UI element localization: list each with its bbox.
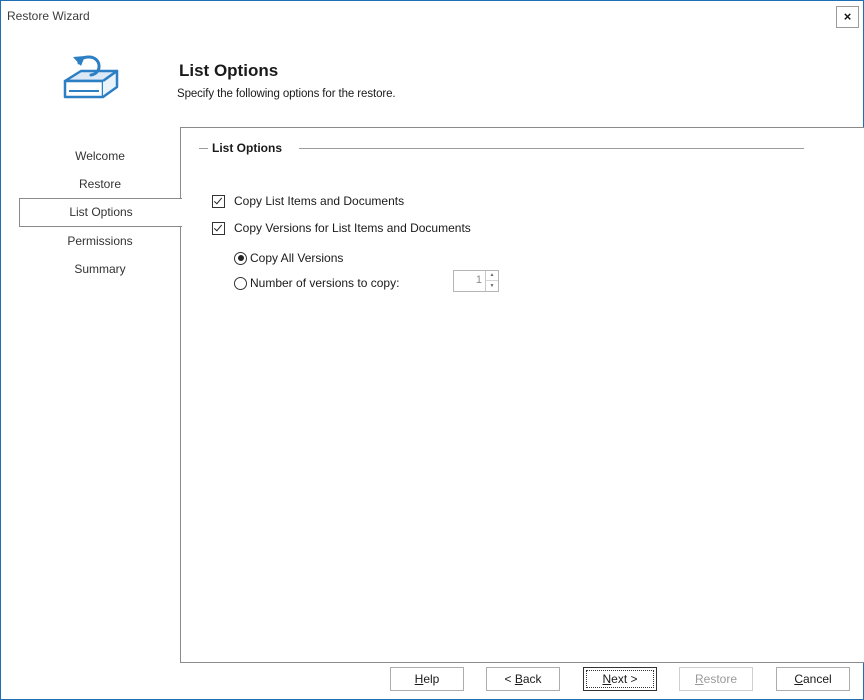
back-button[interactable]: < Back [486,667,560,691]
nav-item-list-options[interactable]: List Options [19,198,182,227]
stepper-buttons: ▲ ▼ [485,271,498,291]
copy-versions-label: Copy Versions for List Items and Documen… [234,221,471,235]
copy-versions-checkbox[interactable]: Copy Versions for List Items and Documen… [212,221,471,235]
back-button-prefix: < [504,672,515,686]
radio-selected-icon[interactable] [234,251,247,265]
restore-button-label: estore [703,672,738,686]
nav-item-restore[interactable]: Restore [19,170,181,198]
stepper-down-icon[interactable]: ▼ [486,281,498,291]
group-divider-left [199,148,208,149]
restore-button-mnemonic: R [694,672,704,686]
back-button-mnemonic: B [514,672,523,686]
checkbox-checked-icon[interactable] [212,221,225,235]
group-label: List Options [212,141,282,155]
restore-database-icon [63,55,119,99]
cancel-button[interactable]: Cancel [776,667,850,691]
number-of-versions-radio[interactable]: Number of versions to copy: [234,276,399,290]
help-button-label: elp [423,672,440,686]
page-subtitle: Specify the following options for the re… [177,88,396,100]
cancel-button-mnemonic: C [794,672,803,686]
copy-all-versions-radio[interactable]: Copy All Versions [234,251,343,265]
number-of-versions-label: Number of versions to copy: [250,276,400,290]
versions-count-value: 1 [475,274,482,286]
options-panel: List Options Copy List Items and Documen… [180,127,864,663]
checkbox-checked-icon[interactable] [212,194,225,208]
cancel-button-label: ancel [802,672,832,686]
radio-unselected-icon[interactable] [234,276,247,290]
nav-item-summary[interactable]: Summary [19,255,181,283]
title-bar: Restore Wizard × [1,1,863,31]
back-button-label: ack [522,672,542,686]
close-button[interactable]: × [836,6,859,28]
group-divider-right [299,148,804,149]
nav-item-welcome[interactable]: Welcome [19,142,181,170]
stepper-up-icon[interactable]: ▲ [486,271,498,281]
copy-list-items-label: Copy List Items and Documents [234,194,405,208]
restore-wizard-window: Restore Wizard × List Options Specify th… [0,0,864,700]
focus-rectangle [586,670,654,688]
window-title: Restore Wizard [7,9,90,23]
restore-button[interactable]: Restore [679,667,753,691]
wizard-steps-nav: Welcome Restore List Options Permissions… [19,142,182,283]
versions-count-stepper[interactable]: 1 ▲ ▼ [453,270,499,292]
copy-all-versions-label: Copy All Versions [250,251,344,265]
next-button[interactable]: Next > [583,667,657,691]
page-title: List Options [179,61,279,80]
copy-list-items-checkbox[interactable]: Copy List Items and Documents [212,194,404,208]
nav-item-permissions[interactable]: Permissions [19,227,181,255]
help-button[interactable]: Help [390,667,464,691]
